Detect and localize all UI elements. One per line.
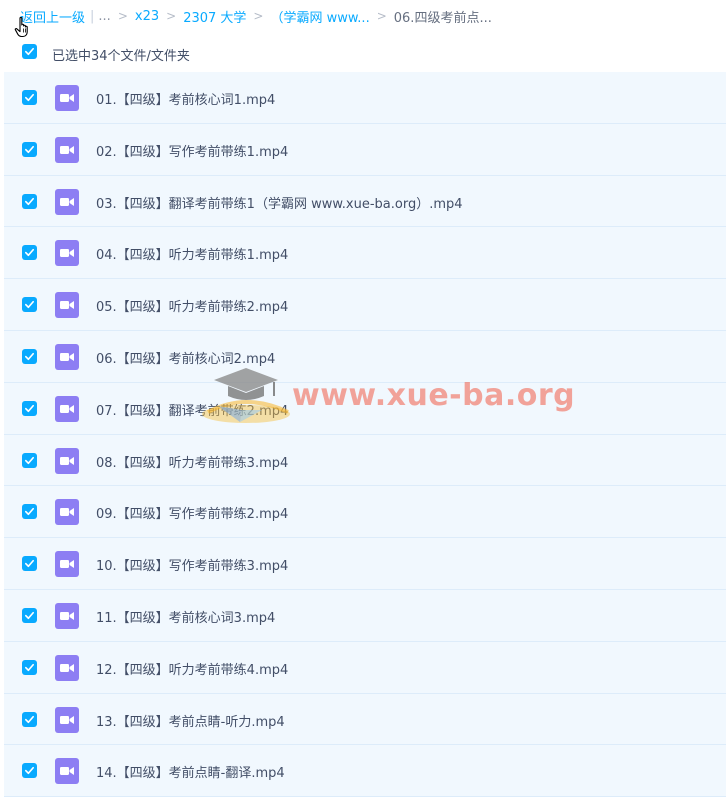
check-icon: [25, 767, 34, 775]
file-row[interactable]: 05.【四级】听力考前带练2.mp4: [4, 279, 726, 331]
file-row[interactable]: 04.【四级】听力考前带练1.mp4: [4, 227, 726, 280]
file-checkbox[interactable]: [22, 400, 37, 416]
file-name[interactable]: 12.【四级】听力考前带练4.mp4: [96, 659, 288, 678]
file-name[interactable]: 04.【四级】听力考前带练1.mp4: [96, 244, 288, 263]
check-icon: [25, 611, 34, 620]
file-row[interactable]: 11.【四级】考前核心词3.mp4: [4, 589, 726, 642]
check-icon: [25, 663, 34, 671]
check-icon: [25, 93, 34, 102]
breadcrumb-separator: >: [253, 9, 264, 23]
video-file-icon: [55, 706, 79, 733]
file-name[interactable]: 03.【四级】翻译考前带练1（学霸网 www.xue-ba.org）.mp4: [96, 193, 463, 212]
breadcrumb-item[interactable]: （学霸网 www...: [270, 7, 369, 26]
breadcrumb-ellipsis[interactable]: ...: [98, 9, 110, 24]
file-checkbox[interactable]: [22, 763, 37, 779]
select-all-checkbox[interactable]: [22, 44, 37, 59]
video-file-icon: [55, 395, 79, 422]
video-file-icon: [55, 85, 79, 111]
breadcrumb-item[interactable]: 2307 大学: [183, 7, 246, 26]
file-name[interactable]: 01.【四级】考前核心词1.mp4: [96, 89, 275, 108]
file-checkbox[interactable]: [22, 711, 37, 727]
check-icon: [25, 715, 34, 723]
breadcrumb: 返回上一级 | ... > x23 > 2307 大学 > （学霸网 www..…: [20, 6, 492, 26]
file-checkbox[interactable]: [22, 659, 37, 675]
video-file-icon: [55, 654, 79, 681]
breadcrumb-item[interactable]: x23: [135, 9, 159, 24]
breadcrumb-separator: >: [117, 9, 128, 23]
video-file-icon: [55, 551, 79, 578]
breadcrumb-separator: >: [376, 9, 387, 23]
check-icon: [25, 197, 34, 205]
file-row[interactable]: 10.【四级】写作考前带练3.mp4: [4, 538, 726, 590]
breadcrumb-divider: |: [90, 8, 95, 24]
check-icon: [25, 249, 34, 257]
file-name[interactable]: 09.【四级】写作考前带练2.mp4: [96, 503, 288, 522]
file-row[interactable]: 02.【四级】写作考前带练1.mp4: [4, 123, 726, 176]
file-name[interactable]: 06.【四级】考前核心词2.mp4: [96, 348, 275, 367]
check-icon: [25, 301, 34, 309]
file-name[interactable]: 10.【四级】写作考前带练3.mp4: [96, 555, 288, 574]
file-row[interactable]: 07.【四级】翻译考前带练2.mp4: [4, 382, 726, 435]
check-icon: [25, 456, 34, 464]
file-name[interactable]: 02.【四级】写作考前带练1.mp4: [96, 141, 288, 160]
video-file-icon: [55, 188, 79, 215]
file-name[interactable]: 08.【四级】听力考前带练3.mp4: [96, 452, 288, 471]
file-checkbox[interactable]: [22, 504, 37, 520]
file-checkbox[interactable]: [22, 348, 37, 364]
file-checkbox[interactable]: [22, 245, 37, 261]
file-browser: 返回上一级 | ... > x23 > 2307 大学 > （学霸网 www..…: [0, 0, 726, 797]
file-row[interactable]: 01.【四级】考前核心词1.mp4: [4, 72, 726, 124]
video-file-icon: [55, 447, 79, 474]
file-name[interactable]: 14.【四级】考前点睛-翻译.mp4: [96, 762, 285, 781]
video-file-icon: [55, 292, 79, 319]
file-row[interactable]: 12.【四级】听力考前带练4.mp4: [4, 641, 726, 694]
selection-count-label: 已选中34个文件/文件夹: [52, 49, 190, 64]
check-icon: [25, 404, 34, 412]
check-icon: [25, 145, 34, 153]
file-row[interactable]: 06.【四级】考前核心词2.mp4: [4, 330, 726, 383]
video-file-icon: [55, 499, 79, 526]
check-icon: [25, 508, 34, 516]
video-file-icon: [55, 240, 79, 267]
file-list: 01.【四级】考前核心词1.mp4 02.【四级】写作考前带练1.mp4 03.【四…: [4, 72, 726, 797]
file-name[interactable]: 05.【四级】听力考前带练2.mp4: [96, 296, 288, 315]
hand-cursor-icon: [14, 16, 28, 38]
file-checkbox[interactable]: [22, 452, 37, 468]
file-row[interactable]: 13.【四级】考前点睛-听力.mp4: [4, 693, 726, 746]
video-file-icon: [55, 136, 79, 163]
breadcrumb-separator: >: [166, 9, 177, 23]
file-checkbox[interactable]: [22, 90, 37, 105]
selection-header: 已选中34个文件/文件夹: [0, 34, 726, 72]
file-checkbox[interactable]: [22, 607, 37, 623]
file-row[interactable]: 08.【四级】听力考前带练3.mp4: [4, 434, 726, 487]
file-row[interactable]: 14.【四级】考前点睛-翻译.mp4: [4, 745, 726, 797]
video-file-icon: [55, 758, 79, 785]
video-file-icon: [55, 343, 79, 370]
file-row[interactable]: 09.【四级】写作考前带练2.mp4: [4, 486, 726, 539]
file-checkbox[interactable]: [22, 297, 37, 313]
file-row[interactable]: 03.【四级】翻译考前带练1（学霸网 www.xue-ba.org）.mp4: [4, 175, 726, 228]
check-icon: [25, 47, 34, 56]
file-name[interactable]: 11.【四级】考前核心词3.mp4: [96, 607, 275, 626]
file-checkbox[interactable]: [22, 556, 37, 572]
check-icon: [25, 352, 34, 361]
file-checkbox[interactable]: [22, 141, 37, 157]
file-name[interactable]: 07.【四级】翻译考前带练2.mp4: [96, 400, 288, 419]
file-name[interactable]: 13.【四级】考前点睛-听力.mp4: [96, 711, 285, 730]
check-icon: [25, 560, 34, 568]
breadcrumb-current: 06.四级考前点...: [393, 10, 492, 26]
video-file-icon: [55, 602, 79, 629]
file-checkbox[interactable]: [22, 193, 37, 209]
